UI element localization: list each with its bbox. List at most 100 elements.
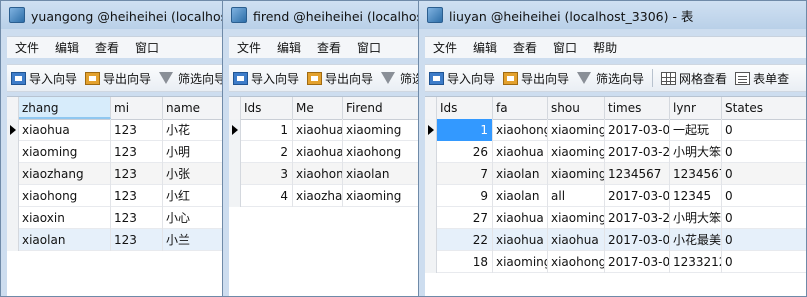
menu-window[interactable]: 窗口: [349, 39, 389, 56]
cell-zhang[interactable]: xiaoxin: [19, 207, 111, 229]
cell-zhang[interactable]: xiaoming: [19, 141, 111, 163]
cell-shou[interactable]: xiaoming: [548, 119, 605, 141]
cell-times[interactable]: 2017-03-04: [605, 185, 670, 207]
filter-wizard-button[interactable]: 筛选向导: [573, 70, 648, 87]
table-row[interactable]: 18 xiaoming xiaohong 2017-03-05 1233212 …: [425, 251, 806, 273]
column-header-fa[interactable]: fa: [493, 97, 548, 119]
cell-zhang[interactable]: xiaohua: [19, 119, 111, 141]
table-row[interactable]: 26 xiaohua xiaoming 2017-03-23 小明大笨蛋 0: [425, 141, 806, 163]
cell-fa[interactable]: xiaohua: [493, 141, 548, 163]
cell-states[interactable]: 0: [722, 119, 806, 141]
column-header-lynr[interactable]: lynr: [670, 97, 722, 119]
table-row[interactable]: 22 xiaohua xiaohua 2017-03-05 小花最美 0: [425, 229, 806, 251]
cell-name[interactable]: 小张: [163, 163, 225, 185]
import-wizard-button[interactable]: 导入向导: [229, 70, 303, 87]
grid-view-button[interactable]: 网格查看: [657, 70, 731, 87]
table-row[interactable]: 27 xiaohua xiaoming 2017-03-23 小明大笨蛋 0: [425, 207, 806, 229]
cell-mi[interactable]: 123: [111, 141, 163, 163]
cell-firend[interactable]: xiaolan: [343, 163, 419, 185]
table-row[interactable]: 4 xiaozhang xiaoming: [229, 185, 419, 207]
window-yuangong[interactable]: yuangong @heiheihei (localhost_3306) - 表…: [0, 0, 226, 297]
menu-edit[interactable]: 编辑: [465, 39, 505, 56]
cell-states[interactable]: 0: [722, 163, 806, 185]
cell-name[interactable]: 小红: [163, 185, 225, 207]
table-row[interactable]: xiaozhang 123 小张: [7, 163, 225, 185]
column-header-me[interactable]: Me: [293, 97, 343, 119]
cell-ids[interactable]: 3: [241, 163, 293, 185]
window-titlebar[interactable]: liuyan @heiheihei (localhost_3306) - 表: [419, 1, 806, 29]
menu-edit[interactable]: 编辑: [47, 39, 87, 56]
cell-states[interactable]: 0: [722, 251, 806, 273]
filter-wizard-button[interactable]: 筛选向导: [155, 70, 225, 87]
cell-ids[interactable]: 18: [437, 251, 493, 273]
cell-shou[interactable]: all: [548, 185, 605, 207]
data-grid[interactable]: zhang mi name xiaohua 123 小花 xiaoming 12…: [7, 96, 225, 296]
cell-states[interactable]: 0: [722, 229, 806, 251]
cell-mi[interactable]: 123: [111, 229, 163, 251]
table-row[interactable]: 1 xiaohua xiaoming: [229, 119, 419, 141]
cell-ids[interactable]: 1: [241, 119, 293, 141]
cell-ids[interactable]: 27: [437, 207, 493, 229]
cell-firend[interactable]: xiaoming: [343, 185, 419, 207]
table-row[interactable]: 2 xiaohua xiaohong: [229, 141, 419, 163]
column-header-shou[interactable]: shou: [548, 97, 605, 119]
cell-zhang[interactable]: xiaozhang: [19, 163, 111, 185]
table-row[interactable]: xiaolan 123 小兰: [7, 229, 225, 251]
cell-ids[interactable]: 4: [241, 185, 293, 207]
menu-view[interactable]: 查看: [87, 39, 127, 56]
cell-fa[interactable]: xiaohong: [493, 119, 548, 141]
export-wizard-button[interactable]: 导出向导: [303, 70, 377, 87]
cell-ids[interactable]: 26: [437, 141, 493, 163]
cell-fa[interactable]: xiaolan: [493, 163, 548, 185]
table-row[interactable]: xiaoming 123 小明: [7, 141, 225, 163]
cell-fa[interactable]: xiaohua: [493, 207, 548, 229]
cell-mi[interactable]: 123: [111, 119, 163, 141]
menu-file[interactable]: 文件: [229, 39, 269, 56]
cell-times[interactable]: 2017-03-05: [605, 251, 670, 273]
cell-lynr[interactable]: 一起玩: [670, 119, 722, 141]
cell-me[interactable]: xiaohua: [293, 141, 343, 163]
cell-mi[interactable]: 123: [111, 207, 163, 229]
cell-fa[interactable]: xiaoming: [493, 251, 548, 273]
cell-shou[interactable]: xiaoming: [548, 141, 605, 163]
cell-name[interactable]: 小明: [163, 141, 225, 163]
filter-wizard-button[interactable]: 筛选向导: [377, 70, 419, 87]
cell-ids[interactable]: 1: [437, 119, 493, 141]
table-row[interactable]: xiaoxin 123 小心: [7, 207, 225, 229]
cell-me[interactable]: xiaohua: [293, 119, 343, 141]
window-titlebar[interactable]: yuangong @heiheihei (localhost_3306) - 表: [1, 1, 225, 29]
menu-edit[interactable]: 编辑: [269, 39, 309, 56]
menu-help[interactable]: 帮助: [585, 39, 625, 56]
column-header-zhang[interactable]: zhang: [19, 97, 111, 119]
cell-lynr[interactable]: 12345: [670, 185, 722, 207]
cell-fa[interactable]: xiaolan: [493, 185, 548, 207]
cell-lynr[interactable]: 小花最美: [670, 229, 722, 251]
cell-ids[interactable]: 22: [437, 229, 493, 251]
cell-me[interactable]: xiaozhang: [293, 185, 343, 207]
menu-file[interactable]: 文件: [7, 39, 47, 56]
cell-shou[interactable]: xiaoming: [548, 207, 605, 229]
cell-lynr[interactable]: 小明大笨蛋: [670, 207, 722, 229]
export-wizard-button[interactable]: 导出向导: [81, 70, 155, 87]
menu-window[interactable]: 窗口: [127, 39, 167, 56]
cell-times[interactable]: 2017-03-23: [605, 141, 670, 163]
column-header-ids[interactable]: Ids: [241, 97, 293, 119]
cell-me[interactable]: xiaohong: [293, 163, 343, 185]
column-header-mi[interactable]: mi: [111, 97, 163, 119]
menu-window[interactable]: 窗口: [545, 39, 585, 56]
cell-shou[interactable]: xiaoming: [548, 163, 605, 185]
cell-mi[interactable]: 123: [111, 163, 163, 185]
cell-lynr[interactable]: 1234567: [670, 163, 722, 185]
cell-firend[interactable]: xiaohong: [343, 141, 419, 163]
cell-states[interactable]: 0: [722, 141, 806, 163]
cell-fa[interactable]: xiaohua: [493, 229, 548, 251]
table-row[interactable]: 1 xiaohong xiaoming 2017-03-04 一起玩 0: [425, 119, 806, 141]
cell-name[interactable]: 小花: [163, 119, 225, 141]
cell-shou[interactable]: xiaohong: [548, 251, 605, 273]
cell-states[interactable]: 0: [722, 207, 806, 229]
import-wizard-button[interactable]: 导入向导: [425, 70, 499, 87]
table-row[interactable]: 3 xiaohong xiaolan: [229, 163, 419, 185]
data-grid[interactable]: Ids fa shou times lynr States 1 xiaohong…: [425, 96, 806, 296]
column-header-name[interactable]: name: [163, 97, 225, 119]
table-row[interactable]: xiaohua 123 小花: [7, 119, 225, 141]
